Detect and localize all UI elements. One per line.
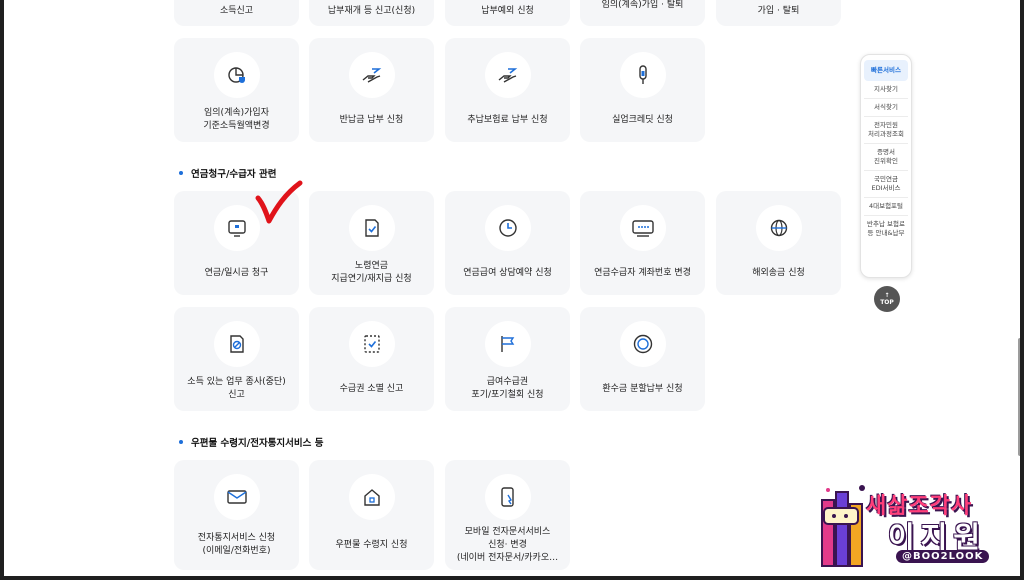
card-label: 연금급여 상담예약 신청 [463,267,552,278]
service-card-income-report[interactable]: 소득신고 [174,0,299,26]
scroll-top-button[interactable]: ↑ TOP [874,286,900,312]
service-card-unemployment-credit[interactable]: 실업크레딧 신청 [580,38,705,142]
service-card-consult-reservation[interactable]: 연금급여 상담예약 신청 [445,191,570,295]
house-icon [348,474,395,520]
card-label: 우편물 수령지 신청 [335,539,408,550]
service-card-old-age-pension-defer[interactable]: 노령연금 지급연기/재지급 신청 [309,191,434,295]
card-label: 전자통지서비스 신청 (이메일/전화번호) [197,533,276,556]
card-label: 추납보험료 납부 신청 [467,114,548,125]
service-card-join-leave[interactable]: 가입 · 탈퇴 [716,0,841,26]
section-title-mail-address: 우편물 수령지/전자통지서비스 등 [179,435,323,449]
quick-link-branch-search[interactable]: 지사찾기 [864,81,908,99]
card-label: 모바일 전자문서서비스 신청· 변경 (네이버 전자문서/카카오… [456,526,559,563]
service-card-income-change[interactable]: 임의(계속)가입자 기준소득월액변경 [174,38,299,142]
red-checkmark-annotation [255,180,303,224]
quick-service-panel: 빠른서비스 지사찾기 서식찾기 전자민원 처리과정조회 증명서 진위확인 국민연… [860,54,912,278]
quick-link-certificate-verify[interactable]: 증명서 진위확인 [864,144,908,171]
quick-link-insurance-portal[interactable]: 4대보험포털 [864,198,908,216]
service-card-work-report[interactable]: 소득 있는 업무 종사(중단) 신고 [174,307,299,411]
pen-icon [619,52,666,98]
service-card-mail-address[interactable]: 우편물 수령지 신청 [309,460,434,570]
document-slash-icon [213,321,260,367]
card-label: 가입 · 탈퇴 [757,5,800,16]
service-card-overseas-remittance[interactable]: 해외송금 신청 [716,191,841,295]
mobile-icon [484,474,531,520]
coin-icon [619,321,666,367]
pie-shield-icon [213,52,260,98]
service-card-voluntary-join[interactable]: 임의(계속)가입 · 탈퇴 [580,0,705,26]
quick-link-premium-payment[interactable]: 반추납 보험료 등 안내&납부 [864,216,908,242]
card-label: 연금/일시금 청구 [204,267,269,278]
card-label: 납부재개 등 신고(신청) [327,5,416,16]
service-card-additional-payment[interactable]: 추납보험료 납부 신청 [445,38,570,142]
card-label: 반납금 납부 신청 [339,114,404,125]
card-label: 급여수급권 포기/포기철회 신청 [471,377,544,400]
card-label: 실업크레딧 신청 [612,114,673,125]
card-label: 임의(계속)가입자 기준소득월액변경 [203,108,270,131]
mail-icon [213,474,260,520]
card-label: 납부예외 신청 [481,5,534,16]
section-title-pension-claim: 연금청구/수급자 관련 [179,166,276,180]
card-label: 수급권 소멸 신고 [339,383,404,394]
page: 소득신고 납부재개 등 신고(신청) 납부예외 신청 임의(계속)가입 · 탈퇴… [4,0,1020,576]
quick-link-edi-service[interactable]: 국민연금 EDI서비스 [864,171,908,198]
pencil-crayon-logo-icon [821,485,865,567]
arrow-up-icon: ↑ [884,292,890,299]
card-icon [619,205,666,251]
quick-panel-header[interactable]: 빠른서비스 [864,60,908,81]
card-label: 임의(계속)가입 · 탈퇴 [601,0,684,10]
card-label: 노령연금 지급연기/재지급 신청 [331,261,412,284]
service-card-benefit-waiver[interactable]: 급여수급권 포기/포기철회 신청 [445,307,570,411]
service-card-account-change[interactable]: 연금수급자 계좌번호 변경 [580,191,705,295]
service-card-electronic-notice[interactable]: 전자통지서비스 신청 (이메일/전화번호) [174,460,299,570]
logo-text-handle: @BOO2LOOK [896,550,990,563]
scrollbar-thumb[interactable] [1018,338,1020,456]
clock-icon [484,205,531,251]
service-card-right-extinction[interactable]: 수급권 소멸 신고 [309,307,434,411]
card-label: 해외송금 신청 [752,267,805,278]
bullet-dot [179,171,183,175]
section-title-text: 우편물 수령지/전자통지서비스 등 [191,438,324,449]
hand-coin-icon [348,52,395,98]
section-title-text: 연금청구/수급자 관련 [191,169,277,180]
quick-link-civil-status[interactable]: 전자민원 처리과정조회 [864,117,908,144]
service-card-installment-refund[interactable]: 환수금 분할납부 신청 [580,307,705,411]
service-card-payment-resume[interactable]: 납부재개 등 신고(신청) [309,0,434,26]
globe-icon [755,205,802,251]
card-label: 소득신고 [219,5,254,16]
service-card-mobile-document[interactable]: 모바일 전자문서서비스 신청· 변경 (네이버 전자문서/카카오… [445,460,570,570]
service-card-payment-exception[interactable]: 납부예외 신청 [445,0,570,26]
document-check-icon [348,205,395,251]
watermark-logo: 새삶조각사 이지원 @BOO2LOOK [814,470,1020,576]
monitor-icon [213,205,260,251]
card-label: 환수금 분할납부 신청 [602,383,683,394]
dashed-document-icon [348,321,395,367]
quick-link-form-search[interactable]: 서식찾기 [864,99,908,117]
card-label: 연금수급자 계좌번호 변경 [594,267,691,278]
top-button-label: TOP [880,299,894,306]
service-card-return-payment[interactable]: 반납금 납부 신청 [309,38,434,142]
card-label: 소득 있는 업무 종사(중단) 신고 [187,377,286,400]
hand-coin-icon [484,52,531,98]
flag-icon [484,321,531,367]
bullet-dot [179,440,183,444]
